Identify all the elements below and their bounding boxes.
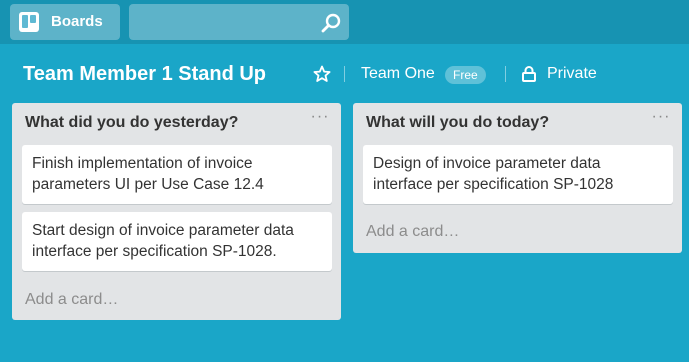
board-title[interactable]: Team Member 1 Stand Up [23, 63, 266, 86]
board-header: Team Member 1 Stand Up Team One Free Pri… [0, 52, 689, 96]
lock-icon [522, 66, 536, 82]
header-divider [505, 66, 506, 82]
boards-button[interactable]: Boards [10, 4, 120, 40]
list-today: What will you do today? ··· Design of in… [353, 103, 682, 253]
list-title[interactable]: What did you do yesterday? [25, 114, 238, 132]
card[interactable]: Design of invoice parameter data interfa… [363, 145, 673, 204]
list-yesterday: What did you do yesterday? ··· Finish im… [12, 103, 341, 320]
search-input[interactable] [129, 4, 314, 40]
card[interactable]: Finish implementation of invoice paramet… [22, 145, 332, 204]
free-badge: Free [445, 66, 486, 84]
list-menu-icon[interactable]: ··· [309, 109, 331, 129]
privacy-setting[interactable]: Private [547, 65, 597, 83]
list-title[interactable]: What will you do today? [366, 114, 549, 132]
search-box[interactable] [129, 4, 349, 40]
list-menu-icon[interactable]: ··· [650, 109, 672, 129]
add-card-button[interactable]: Add a card… [25, 291, 118, 309]
star-icon[interactable] [313, 65, 331, 83]
add-card-button[interactable]: Add a card… [366, 223, 459, 241]
top-bar: Boards [0, 0, 689, 44]
card[interactable]: Start design of invoice parameter data i… [22, 212, 332, 271]
board-icon [19, 12, 39, 32]
search-icon[interactable] [320, 12, 342, 34]
header-divider [344, 66, 345, 82]
boards-label: Boards [51, 13, 103, 30]
team-name[interactable]: Team One [361, 65, 435, 83]
